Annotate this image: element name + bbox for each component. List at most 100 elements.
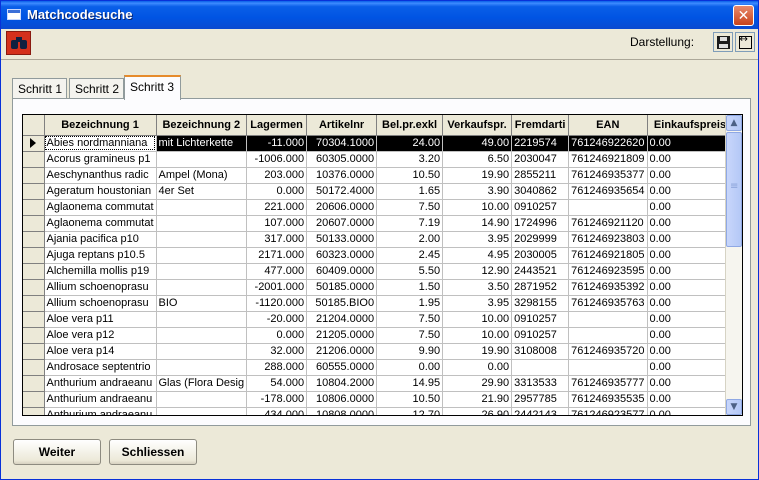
table-cell[interactable]: 107.000 [246,215,308,232]
table-cell[interactable]: 2871952 [511,279,570,296]
table-cell[interactable] [511,359,570,376]
table-cell[interactable]: 10.00 [442,311,513,328]
table-row[interactable]: Ajuga reptans p10.5 2171.000 60323.0000 2.4… [23,247,734,264]
table-cell[interactable]: 0.00 [647,375,734,392]
table-cell[interactable] [156,231,248,248]
table-cell[interactable]: 2443521 [511,263,570,280]
table-cell[interactable]: 3313533 [511,375,570,392]
table-cell[interactable]: Aloe vera p14 [44,343,157,360]
table-cell[interactable]: 60409.0000 [306,263,378,280]
row-indicator[interactable] [23,151,45,168]
table-cell[interactable]: Allium schoenoprasu [44,295,157,312]
table-cell[interactable]: 2442143 [511,407,570,415]
table-cell[interactable]: 761246923595 [568,263,648,280]
row-indicator[interactable] [23,391,45,408]
table-cell[interactable]: 20606.0000 [306,199,378,216]
table-cell[interactable]: Alchemilla mollis p19 [44,263,157,280]
table-cell[interactable]: 50185.BIO0 [306,295,378,312]
table-cell[interactable]: Allium schoenoprasu [44,279,157,296]
table-cell[interactable]: 10804.2000 [306,375,378,392]
table-cell[interactable]: 2.00 [376,231,444,248]
table-cell[interactable]: 761246923803 [568,231,648,248]
row-indicator[interactable] [23,327,45,344]
table-cell[interactable]: 3.20 [376,151,444,168]
table-row[interactable]: Abies nordmanniana mit Lichterkette -11.00… [23,135,734,152]
close-button[interactable]: ✕ [733,5,754,26]
table-cell[interactable]: 7.50 [376,199,444,216]
table-cell[interactable]: 0.00 [647,407,734,415]
table-cell[interactable]: -1120.000 [246,295,308,312]
table-cell[interactable]: -2001.000 [246,279,308,296]
column-header[interactable]: Fremdarti [511,115,570,136]
row-indicator[interactable] [23,295,45,312]
table-cell[interactable]: 0.00 [647,263,734,280]
table-cell[interactable]: Anthurium andraeanu [44,375,157,392]
table-cell[interactable]: 7.19 [376,215,444,232]
table-cell[interactable]: 761246935654 [568,183,648,200]
row-indicator[interactable] [23,247,45,264]
table-cell[interactable]: Anthurium andraeanu [44,391,157,408]
table-cell[interactable]: 5.50 [376,263,444,280]
row-indicator[interactable] [23,375,45,392]
result-grid[interactable]: Bezeichnung 1 Bezeichnung 2 Lagermen Art… [22,114,743,416]
table-cell[interactable]: 2219574 [511,135,570,152]
table-row[interactable]: Anthurium andraeanu -178.000 10806.0000 10.… [23,391,734,408]
table-cell[interactable]: Ajania pacifica p10 [44,231,157,248]
table-cell[interactable]: 24.00 [376,135,444,152]
tab-schritt-2[interactable]: Schritt 2 [69,78,124,99]
table-cell[interactable]: 32.000 [246,343,308,360]
table-cell[interactable]: 761246935763 [568,295,648,312]
table-cell[interactable]: 0.00 [442,359,513,376]
table-cell[interactable]: 29.90 [442,375,513,392]
table-cell[interactable]: 0910257 [511,327,570,344]
table-cell[interactable] [156,311,248,328]
table-cell[interactable]: mit Lichterkette [156,135,248,152]
column-header[interactable]: Bel.pr.exkl [376,115,444,136]
table-cell[interactable]: Ajuga reptans p10.5 [44,247,157,264]
row-indicator[interactable] [23,167,45,184]
table-cell[interactable]: Aeschynanthus radic [44,167,157,184]
table-cell[interactable]: Abies nordmanniana [44,135,157,152]
table-cell[interactable]: 6.50 [442,151,513,168]
title-bar[interactable]: Matchcodesuche ✕ [1,1,758,29]
table-cell[interactable]: 0.00 [647,151,734,168]
table-cell[interactable]: Acorus gramineus p1 [44,151,157,168]
table-cell[interactable]: 0.00 [647,167,734,184]
table-cell[interactable]: 0.00 [647,135,734,152]
table-row[interactable]: Anthurium andraeanu 434.000 10808.0000 12.7… [23,407,734,415]
table-cell[interactable]: -1006.000 [246,151,308,168]
table-cell[interactable] [156,407,248,415]
table-cell[interactable] [568,199,648,216]
table-cell[interactable]: Aloe vera p11 [44,311,157,328]
row-indicator[interactable] [23,311,45,328]
table-cell[interactable]: 49.00 [442,135,513,152]
table-cell[interactable]: 19.90 [442,343,513,360]
table-cell[interactable]: Ampel (Mona) [156,167,248,184]
table-cell[interactable] [156,215,248,232]
table-cell[interactable]: 12.90 [442,263,513,280]
table-cell[interactable]: 60323.0000 [306,247,378,264]
table-row[interactable]: Androsace septentrio 288.000 60555.0000 0.0… [23,359,734,376]
table-cell[interactable]: Aloe vera p12 [44,327,157,344]
scroll-thumb[interactable] [726,132,742,247]
tab-schritt-3[interactable]: Schritt 3 [124,75,181,100]
table-cell[interactable] [156,391,248,408]
table-cell[interactable]: 70304.1000 [306,135,378,152]
row-indicator[interactable] [23,135,45,152]
table-cell[interactable]: 221.000 [246,199,308,216]
table-cell[interactable]: Aglaonema commutat [44,199,157,216]
table-cell[interactable]: 761246935392 [568,279,648,296]
table-cell[interactable]: 26.90 [442,407,513,415]
table-cell[interactable]: 0.00 [647,247,734,264]
table-cell[interactable]: 761246921809 [568,151,648,168]
table-cell[interactable]: 2171.000 [246,247,308,264]
table-cell[interactable]: 7.50 [376,311,444,328]
table-cell[interactable]: -11.000 [246,135,308,152]
table-cell[interactable]: 317.000 [246,231,308,248]
row-indicator[interactable] [23,407,45,415]
table-cell[interactable]: 761246935720 [568,343,648,360]
scroll-up-button[interactable]: ▲ [726,115,742,131]
tab-schritt-1[interactable]: Schritt 1 [12,78,67,99]
row-indicator[interactable] [23,199,45,216]
fit-columns-button[interactable] [735,32,755,52]
